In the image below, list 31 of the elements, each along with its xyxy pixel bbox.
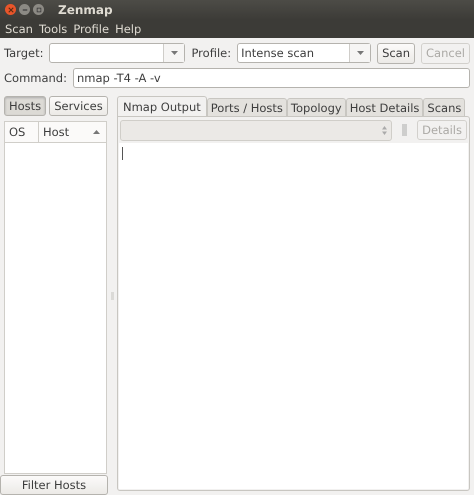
command-field[interactable]: nmap -T4 -A -v (72, 68, 470, 88)
target-label: Target: (4, 46, 44, 60)
menu-item[interactable]: Tools (36, 22, 70, 36)
maximize-icon[interactable] (33, 4, 44, 15)
column-header[interactable]: OS (5, 122, 39, 142)
profile-label: Profile: (191, 46, 232, 60)
output-tab[interactable]: Ports / Hosts (206, 98, 287, 116)
view-toggle-button[interactable]: Services (49, 96, 108, 116)
scan-select-field[interactable] (120, 120, 392, 140)
pane-grip-icon[interactable] (110, 292, 114, 300)
close-icon[interactable] (5, 4, 16, 15)
menu-item[interactable]: Profile (70, 22, 112, 36)
minimize-icon[interactable] (19, 4, 30, 15)
output-tab[interactable]: Host Details (346, 98, 424, 116)
command-label: Command: (4, 71, 67, 85)
output-tab[interactable]: Scans (423, 98, 466, 116)
target-combo-field[interactable] (49, 43, 186, 63)
filter-hosts-button[interactable]: Filter Hosts (0, 475, 108, 495)
menu-item[interactable]: Scan (2, 22, 36, 36)
scan-button[interactable]: Scan (377, 42, 416, 64)
window-title: Zenmap (58, 2, 113, 16)
output-tab[interactable]: Nmap Output (117, 96, 207, 116)
menu-item[interactable]: Help (112, 22, 144, 36)
spinner-arrows-icon (382, 126, 388, 134)
output-tab[interactable]: Topology (286, 98, 346, 116)
profile-combo-field[interactable]: Intense scan (237, 43, 372, 63)
column-header[interactable]: Host (39, 122, 106, 142)
view-toggle-button[interactable]: Hosts (4, 96, 46, 116)
dropdown-arrow-icon (356, 51, 364, 55)
dropdown-arrow-icon (170, 51, 178, 55)
grip-icon[interactable] (402, 124, 408, 136)
